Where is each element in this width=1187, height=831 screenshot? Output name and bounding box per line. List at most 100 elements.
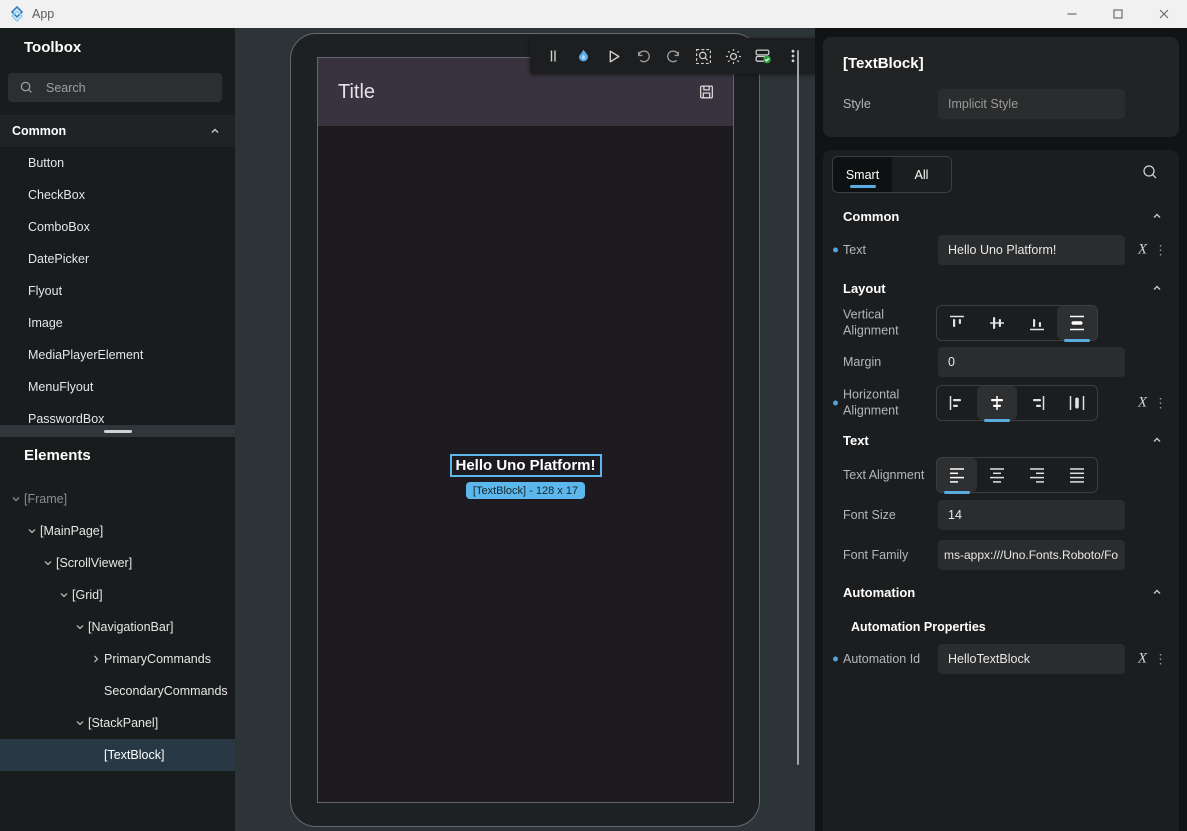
play-icon[interactable]	[600, 43, 626, 69]
chevron-down-icon[interactable]	[72, 621, 88, 633]
text-align-center-button[interactable]	[977, 458, 1017, 492]
app-preview-screen[interactable]: Title Hello Uno Platform! [TextBlock] - …	[317, 57, 734, 803]
window-titlebar: App	[0, 0, 1187, 28]
text-align-justify-button[interactable]	[1057, 458, 1097, 492]
chevron-down-icon[interactable]	[8, 493, 24, 505]
chevron-up-icon[interactable]	[1151, 210, 1163, 222]
toolbox-list: Button CheckBox ComboBox DatePicker Flyo…	[0, 147, 235, 435]
modified-dot-icon	[833, 401, 838, 406]
inspector-selected-element: [TextBlock]	[843, 55, 924, 72]
text-align-left-button[interactable]	[937, 458, 977, 492]
margin-label: Margin	[843, 355, 881, 369]
toolbox-item-datepicker[interactable]: DatePicker	[0, 243, 235, 275]
binding-icon[interactable]: X	[1138, 242, 1147, 259]
tree-item-primarycommands[interactable]: PrimaryCommands	[0, 643, 235, 675]
text-align-right-button[interactable]	[1017, 458, 1057, 492]
text-label: Text	[843, 243, 866, 257]
toolbox-item-button[interactable]: Button	[0, 147, 235, 179]
align-center-horizontal-button[interactable]	[977, 386, 1017, 420]
tab-all[interactable]: All	[892, 157, 951, 192]
uno-logo-icon	[8, 5, 26, 23]
toolbox-item-mediaplayerelement[interactable]: MediaPlayerElement	[0, 339, 235, 371]
font-size-field[interactable]	[938, 500, 1125, 530]
stretch-vertical-button[interactable]	[1057, 306, 1097, 340]
toolbox-search-input[interactable]	[44, 80, 198, 96]
tree-item-textblock-selected[interactable]: [TextBlock]	[0, 739, 235, 771]
tree-item-navigationbar[interactable]: [NavigationBar]	[0, 611, 235, 643]
section-automation: Automation	[843, 582, 1163, 602]
element-inspector-icon[interactable]	[690, 43, 716, 69]
font-family-field[interactable]	[938, 540, 1125, 570]
chevron-right-icon[interactable]	[88, 653, 104, 665]
property-row-automation-id: Automation Id X ⋮	[823, 641, 1179, 677]
automation-properties-header: Automation Properties	[851, 617, 986, 637]
canvas-selection[interactable]: Hello Uno Platform! [TextBlock] - 128 x …	[449, 454, 601, 499]
tree-item-secondarycommands[interactable]: SecondaryCommands	[0, 675, 235, 707]
splitter-handle-icon	[104, 430, 132, 433]
chevron-down-icon[interactable]	[24, 525, 40, 537]
connection-status-icon[interactable]	[750, 43, 776, 69]
style-field[interactable]	[938, 89, 1125, 119]
toolbox-item-flyout[interactable]: Flyout	[0, 275, 235, 307]
theme-toggle-sun-icon[interactable]	[720, 43, 746, 69]
align-center-vertical-button[interactable]	[977, 306, 1017, 340]
panel-splitter[interactable]	[0, 425, 235, 437]
save-icon[interactable]	[698, 84, 715, 101]
chevron-up-icon[interactable]	[1151, 282, 1163, 294]
maximize-button[interactable]	[1095, 0, 1141, 28]
modified-dot-icon	[833, 248, 838, 253]
tree-item-mainpage[interactable]: [MainPage]	[0, 515, 235, 547]
toolbox-group-common[interactable]: Common	[0, 115, 235, 147]
canvas-scrollbar[interactable]	[797, 50, 799, 765]
toolbox-item-combobox[interactable]: ComboBox	[0, 211, 235, 243]
toolbox-item-image[interactable]: Image	[0, 307, 235, 339]
chevron-down-icon[interactable]	[72, 717, 88, 729]
chevron-down-icon[interactable]	[40, 557, 56, 569]
property-options-icon[interactable]: ⋮	[1154, 395, 1167, 411]
selected-textblock[interactable]: Hello Uno Platform!	[449, 454, 601, 477]
automation-id-field[interactable]	[938, 644, 1125, 674]
hot-reload-flame-icon[interactable]	[570, 43, 596, 69]
toolbox-search[interactable]	[8, 73, 222, 102]
property-row-text: Text X ⋮	[823, 232, 1179, 268]
tab-smart[interactable]: Smart	[833, 157, 892, 192]
property-options-icon[interactable]: ⋮	[1154, 651, 1167, 667]
style-label: Style	[843, 97, 871, 111]
binding-icon[interactable]: X	[1138, 651, 1147, 668]
preview-page-title[interactable]: Title	[338, 81, 375, 104]
minimize-button[interactable]	[1049, 0, 1095, 28]
tree-item-stackpanel[interactable]: [StackPanel]	[0, 707, 235, 739]
toolbox-item-menuflyout[interactable]: MenuFlyout	[0, 371, 235, 403]
undo-icon[interactable]	[630, 43, 656, 69]
text-field[interactable]	[938, 235, 1125, 265]
align-top-button[interactable]	[937, 306, 977, 340]
chevron-up-icon[interactable]	[1151, 586, 1163, 598]
tree-item-grid[interactable]: [Grid]	[0, 579, 235, 611]
stretch-horizontal-button[interactable]	[1057, 386, 1097, 420]
chevron-down-icon[interactable]	[56, 589, 72, 601]
tree-item-frame[interactable]: [Frame]	[0, 483, 235, 515]
align-right-button[interactable]	[1017, 386, 1057, 420]
align-left-button[interactable]	[937, 386, 977, 420]
chevron-up-icon[interactable]	[1151, 434, 1163, 446]
drag-handle-icon[interactable]	[540, 43, 566, 69]
property-options-icon[interactable]: ⋮	[1154, 242, 1167, 258]
more-options-icon[interactable]	[780, 43, 806, 69]
toolbox-item-checkbox[interactable]: CheckBox	[0, 179, 235, 211]
margin-field[interactable]	[938, 347, 1125, 377]
chevron-up-icon[interactable]	[209, 125, 221, 137]
close-button[interactable]	[1141, 0, 1187, 28]
toolbox-group-label: Common	[12, 124, 66, 138]
floating-toolbar	[530, 38, 815, 74]
binding-icon[interactable]: X	[1138, 395, 1147, 412]
device-frame: Title Hello Uno Platform! [TextBlock] - …	[290, 33, 760, 827]
section-text: Text	[843, 430, 1163, 450]
tree-item-scrollviewer[interactable]: [ScrollViewer]	[0, 547, 235, 579]
text-alignment-label: Text Alignment	[843, 468, 924, 482]
redo-icon[interactable]	[660, 43, 686, 69]
app-window: App Toolbox Common	[0, 0, 1187, 831]
inspector-search-icon[interactable]	[1141, 163, 1159, 181]
modified-dot-icon	[833, 657, 838, 662]
toolbox-title: Toolbox	[24, 39, 81, 56]
align-bottom-button[interactable]	[1017, 306, 1057, 340]
